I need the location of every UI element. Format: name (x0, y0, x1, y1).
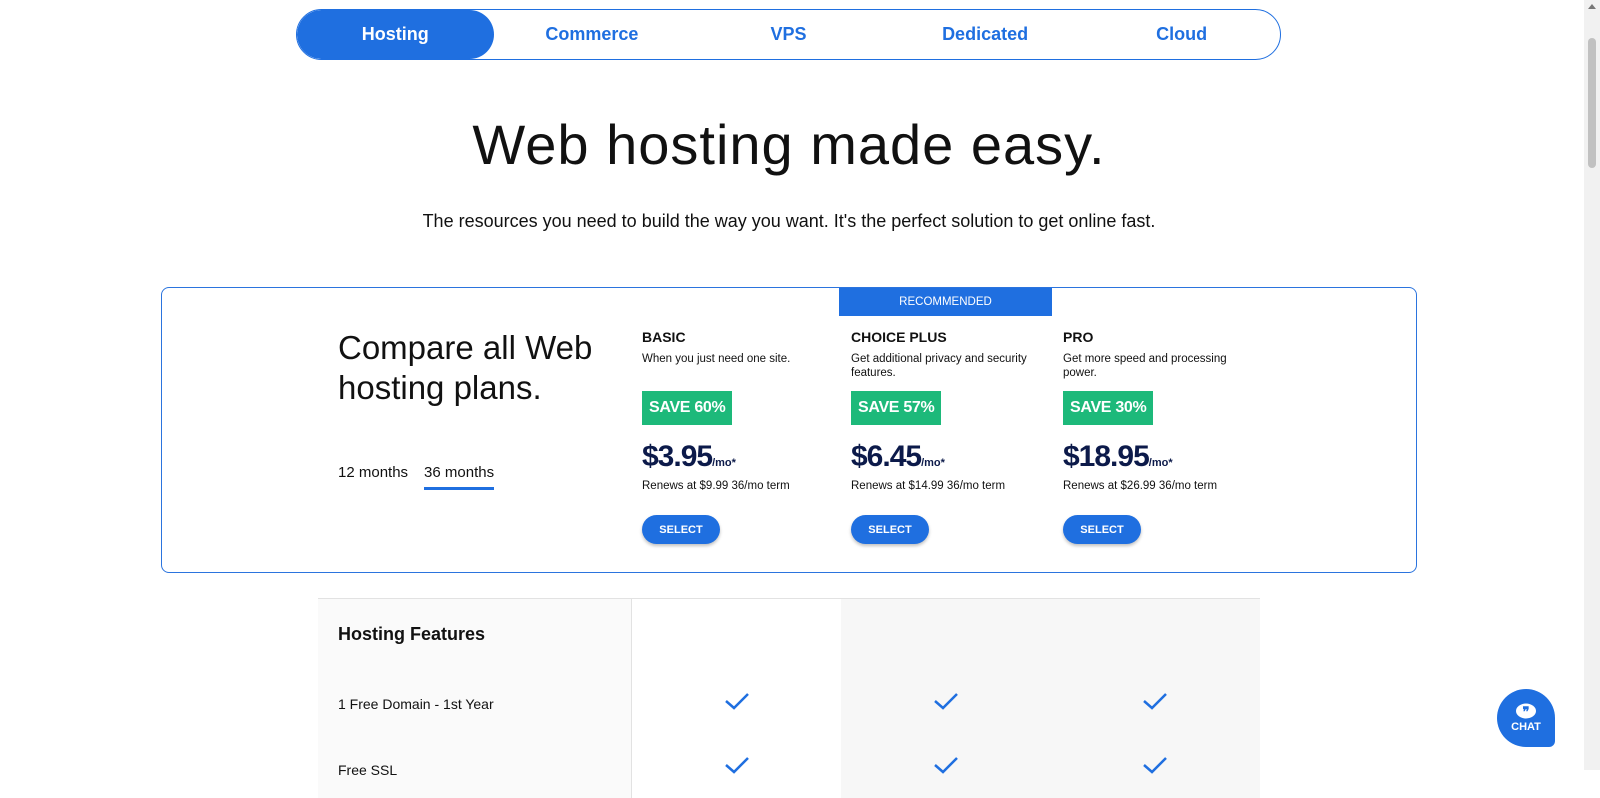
chat-button[interactable]: ❞ CHAT (1497, 689, 1555, 747)
tab-vps[interactable]: VPS (690, 10, 887, 59)
feature-cell (632, 670, 841, 738)
feature-cell (1050, 670, 1260, 738)
features-header-cell: Hosting Features (318, 599, 632, 670)
price-amount: $18.95 (1063, 440, 1150, 473)
feature-cell (1050, 738, 1260, 798)
tab-commerce[interactable]: Commerce (494, 10, 691, 59)
features-table: Hosting Features 1 Free Domain - 1st Yea… (318, 598, 1260, 798)
tab-cloud[interactable]: Cloud (1083, 10, 1280, 59)
col-basic (632, 599, 841, 670)
plan-name: PRO (1063, 329, 1094, 345)
plan-basic: BASIC When you just need one site. SAVE … (642, 288, 852, 574)
feature-cell (841, 738, 1050, 798)
plan-description: Get more speed and processing power. (1063, 353, 1227, 379)
chat-label: CHAT (1511, 721, 1541, 733)
plan-choice-plus: CHOICE PLUS Get additional privacy and s… (851, 288, 1061, 574)
term-toggle: 12 months 36 months (338, 464, 495, 490)
table-row: Free SSL (318, 738, 1260, 798)
svg-text:❞: ❞ (1523, 704, 1530, 719)
renew-text: Renews at $9.99 36/mo term (642, 480, 790, 492)
feature-cell (841, 670, 1050, 738)
price-per: /mo* (712, 457, 736, 469)
check-icon (724, 693, 749, 710)
features-header: Hosting Features (338, 624, 486, 644)
scrollbar[interactable] (1584, 0, 1600, 770)
features-header-row: Hosting Features (318, 599, 1260, 671)
plan-price: $3.95/mo* (642, 440, 736, 474)
price-per: /mo* (921, 457, 945, 469)
term-12-months[interactable]: 12 months (338, 464, 408, 490)
compare-title: Compare all Web hosting plans. (338, 329, 593, 406)
save-badge: SAVE 60% (642, 391, 733, 425)
save-badge: SAVE 30% (1063, 391, 1154, 425)
renew-text: Renews at $14.99 36/mo term (851, 480, 1006, 492)
plan-description: Get additional privacy and security feat… (851, 353, 1027, 379)
plan-name: BASIC (642, 329, 686, 345)
renew-text: Renews at $26.99 36/mo term (1063, 480, 1218, 492)
plan-price: $6.45/mo* (851, 440, 945, 474)
check-icon (1143, 757, 1167, 774)
check-icon (933, 693, 958, 710)
col-pro (1050, 599, 1260, 670)
col-choice-plus (841, 599, 1050, 670)
tab-hosting[interactable]: Hosting (297, 10, 494, 59)
term-36-months[interactable]: 36 months (424, 464, 495, 490)
plan-price: $18.95/mo* (1063, 440, 1173, 474)
plan-name: CHOICE PLUS (851, 329, 947, 345)
chat-bubble-icon: ❞ (1516, 703, 1536, 719)
compare-plans-panel: Compare all Web hosting plans. 12 months… (161, 287, 1417, 573)
tab-dedicated[interactable]: Dedicated (887, 10, 1084, 59)
price-amount: $3.95 (642, 440, 713, 473)
price-per: /mo* (1148, 457, 1173, 469)
feature-label-cell: 1 Free Domain - 1st Year (318, 670, 632, 738)
price-amount: $6.45 (851, 440, 922, 473)
feature-cell (632, 738, 841, 798)
select-choice-plus-button[interactable]: SELECT (851, 515, 929, 544)
page-title: Web hosting made easy. (472, 113, 1106, 176)
save-badge: SAVE 57% (851, 391, 942, 425)
check-icon (724, 757, 749, 774)
feature-label: Free SSL (338, 762, 398, 778)
table-row: 1 Free Domain - 1st Year (318, 670, 1260, 739)
check-icon (933, 757, 958, 774)
select-basic-button[interactable]: SELECT (642, 515, 720, 544)
scroll-up-icon[interactable] (1588, 4, 1596, 9)
check-icon (1143, 693, 1167, 710)
feature-label: 1 Free Domain - 1st Year (338, 696, 494, 712)
select-pro-button[interactable]: SELECT (1063, 515, 1141, 544)
page-subtitle: The resources you need to build the way … (422, 211, 1156, 231)
feature-label-cell: Free SSL (318, 738, 632, 798)
plan-pro: PRO Get more speed and processing power.… (1063, 288, 1273, 574)
plan-description: When you just need one site. (642, 353, 791, 365)
scroll-thumb[interactable] (1588, 38, 1596, 168)
product-tabs: Hosting Commerce VPS Dedicated Cloud (296, 9, 1281, 60)
